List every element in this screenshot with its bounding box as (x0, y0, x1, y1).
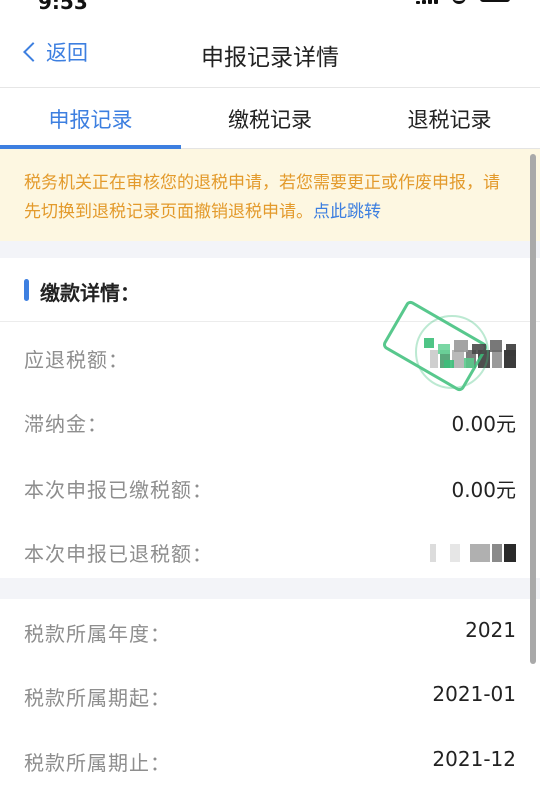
signal-icon (416, 0, 438, 4)
row-value: 2021-01 (432, 682, 516, 706)
row-value: 0.00元 (451, 478, 516, 502)
tab-declaration-records[interactable]: 申报记录 (0, 88, 181, 149)
late-fee-row: 滞纳金： 0.00元 (0, 402, 540, 442)
row-label: 滞纳金： (24, 412, 108, 436)
tab-bar: 申报记录 缴税记录 退税记录 (0, 88, 540, 149)
redacted-value (430, 544, 516, 562)
period-end-row: 税款所属期止： 2021-12 (0, 741, 540, 781)
scrollbar[interactable] (530, 154, 536, 664)
refund-status-stamp (382, 300, 516, 392)
row-label: 税款所属期起： (24, 686, 171, 710)
tax-year-row: 税款所属年度： 2021 (0, 612, 540, 652)
row-label: 应退税额： (24, 348, 129, 372)
section-marker (24, 279, 29, 301)
page-title: 申报记录详情 (201, 45, 339, 71)
row-value: 2021-12 (432, 747, 516, 771)
row-value: 0.00元 (451, 412, 516, 436)
battery-icon (480, 0, 510, 2)
wifi-icon (452, 0, 466, 4)
status-bar: 9:53 (0, 0, 540, 14)
tab-tax-refund-records[interactable]: 退税记录 (359, 88, 540, 149)
status-time: 9:53 (38, 0, 88, 14)
notice-text: 税务机关正在审核您的退税申请，若您需要更正或作废申报，请先切换到退税记录页面撤销… (24, 173, 500, 222)
row-label: 本次申报已退税额： (24, 542, 213, 566)
notice-banner: 税务机关正在审核您的退税申请，若您需要更正或作废申报，请先切换到退税记录页面撤销… (0, 149, 540, 241)
row-label: 税款所属期止： (24, 751, 171, 775)
refunded-tax-row: 本次申报已退税额： (0, 532, 540, 572)
tab-tax-payment-records[interactable]: 缴税记录 (181, 88, 359, 149)
period-start-row: 税款所属期起： 2021-01 (0, 676, 540, 716)
section-title: 缴款详情： (40, 281, 140, 305)
notice-jump-link[interactable]: 点此跳转 (313, 202, 381, 222)
row-value: 2021 (465, 618, 516, 642)
nav-bar: 返回 申报记录详情 (0, 14, 540, 88)
row-label: 税款所属年度： (24, 622, 171, 646)
paid-tax-row: 本次申报已缴税额： 0.00元 (0, 468, 540, 508)
tax-period-card: 税款所属年度： 2021 税款所属期起： 2021-01 税款所属期止： 202… (0, 599, 540, 802)
row-label: 本次申报已缴税额： (24, 478, 213, 502)
